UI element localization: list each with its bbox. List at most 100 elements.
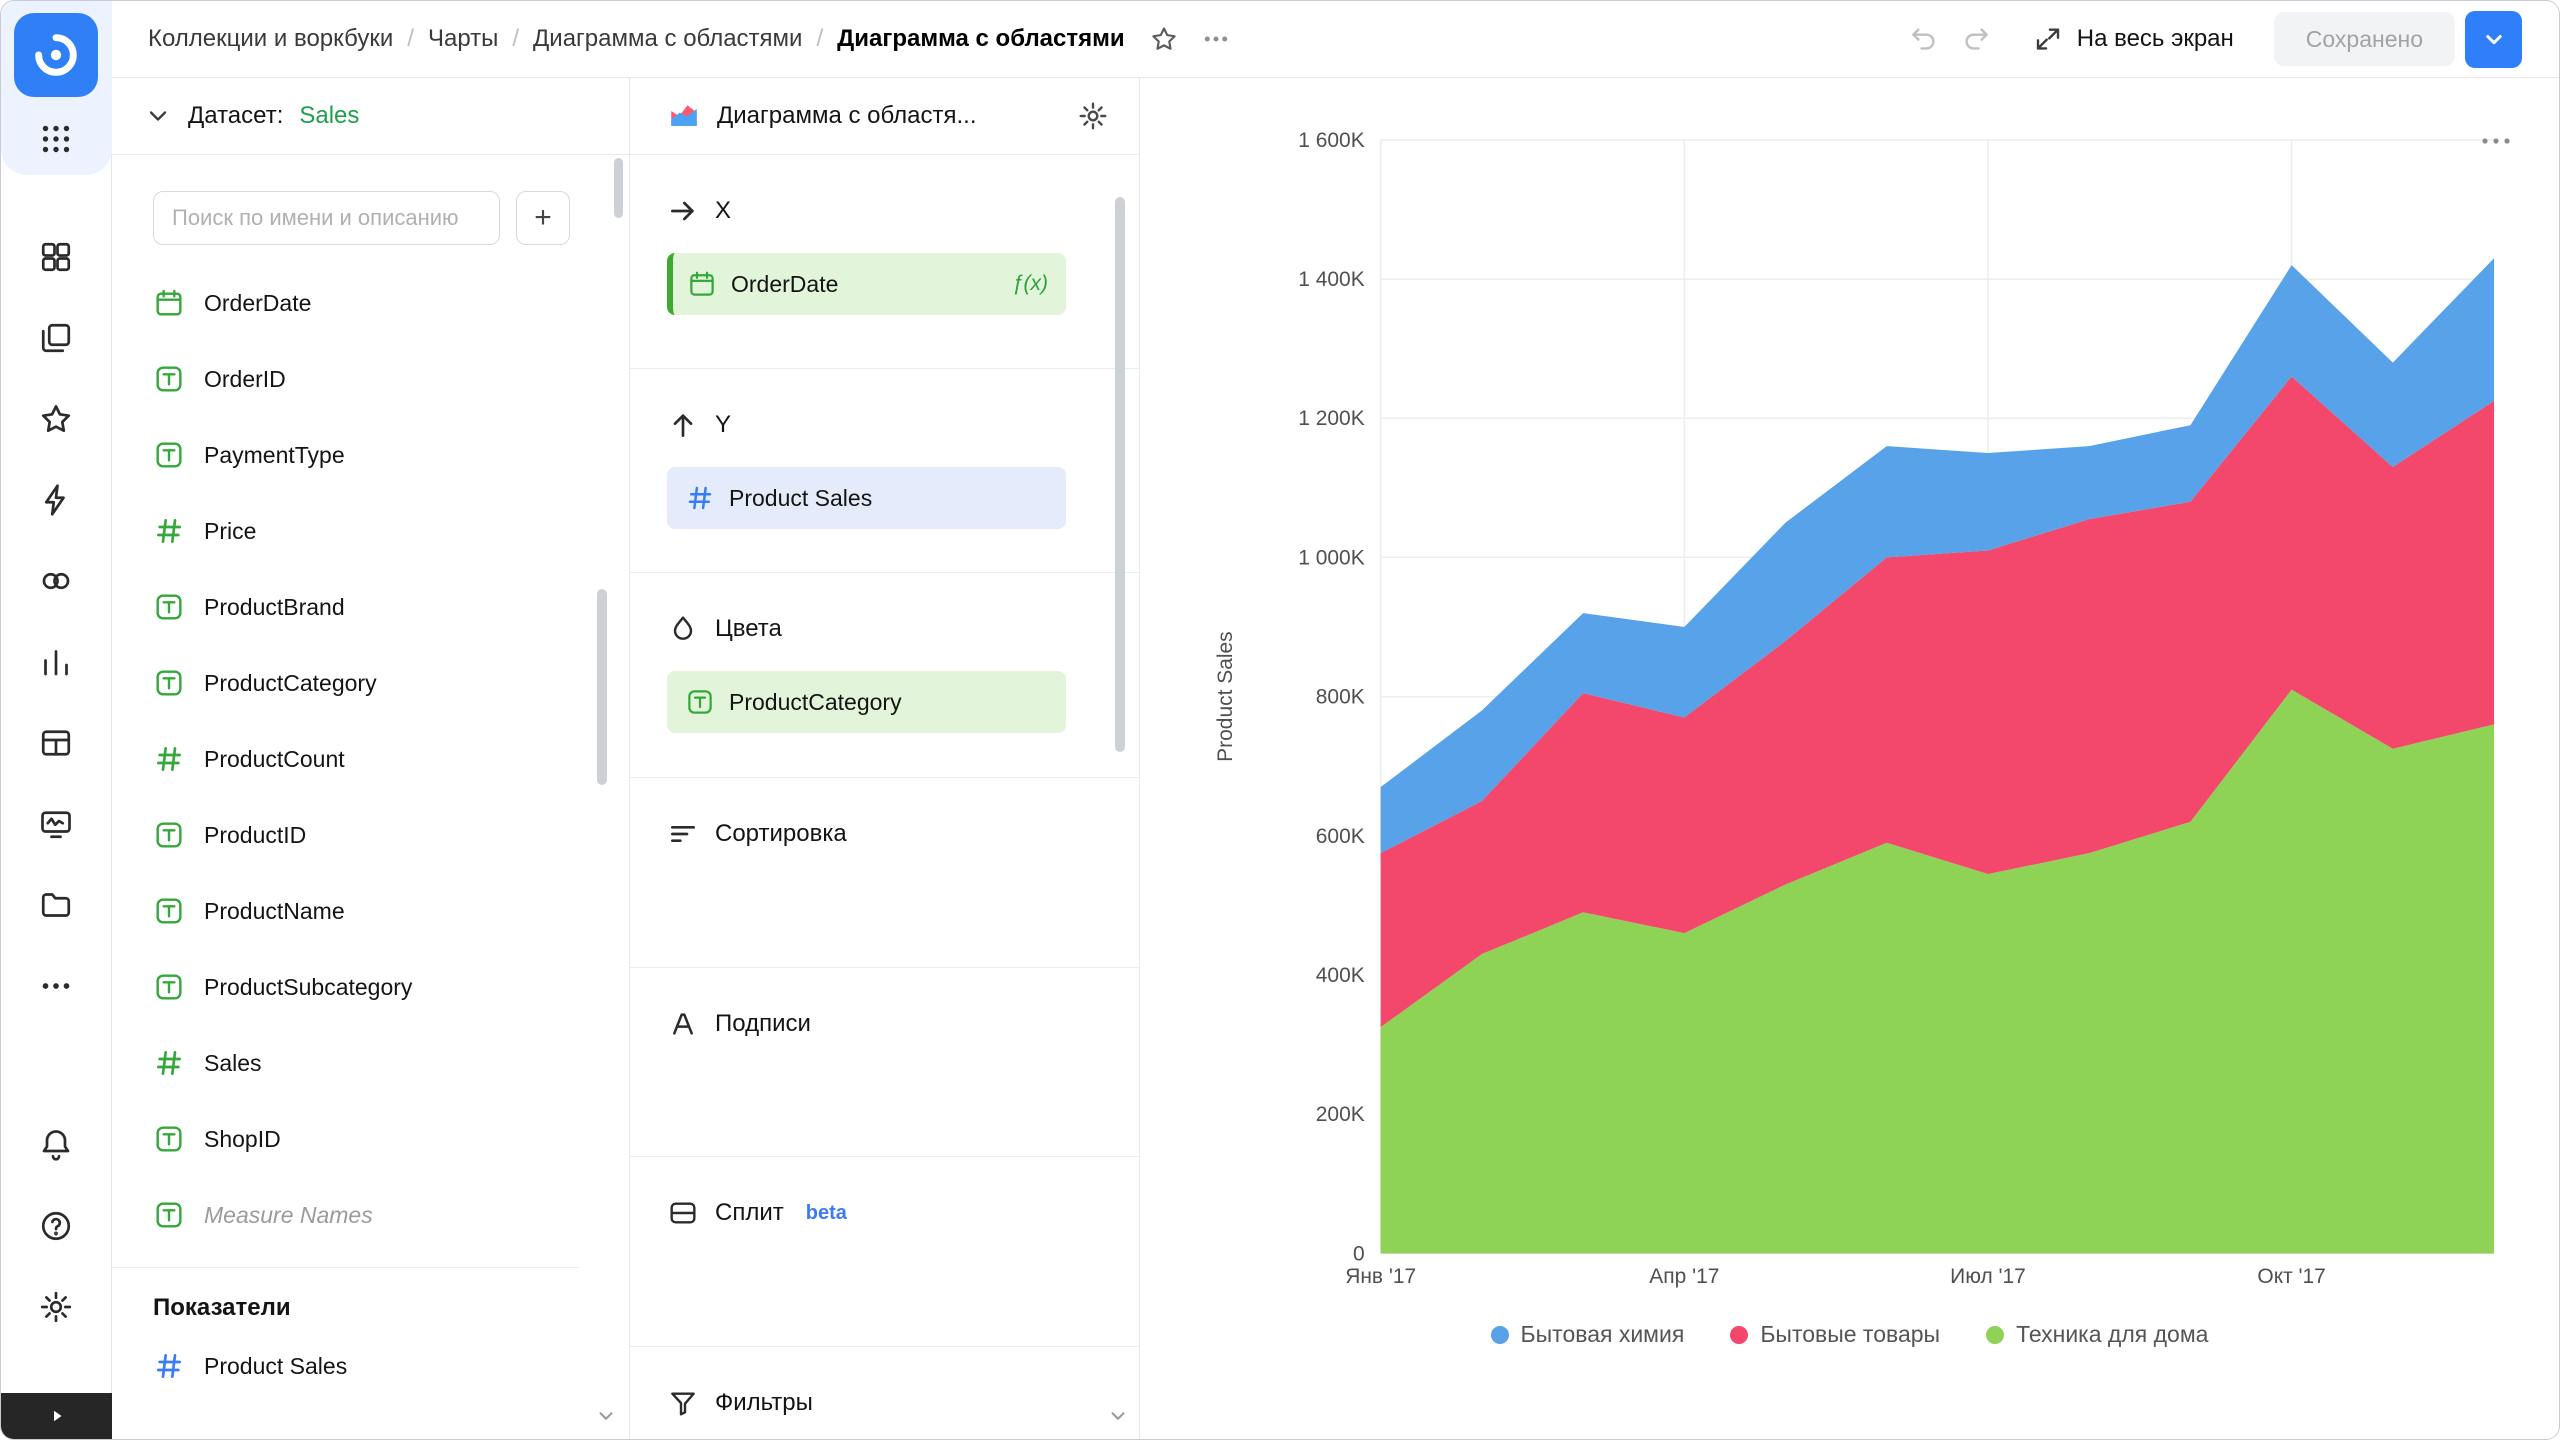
chart-settings-button[interactable]	[1077, 100, 1109, 132]
dashboards-icon[interactable]	[36, 237, 76, 277]
field-item[interactable]: Price	[112, 493, 629, 569]
breadcrumb-item[interactable]: Диаграмма с областями	[533, 25, 802, 53]
legend-color-dot	[1491, 1326, 1509, 1344]
svg-text:600K: 600K	[1316, 825, 1365, 848]
chart-config-panel: Диаграмма с областя... X	[630, 78, 1140, 1439]
chart-type-title[interactable]: Диаграмма с областя...	[717, 102, 1061, 130]
more-actions-button[interactable]	[1201, 24, 1231, 54]
breadcrumb-separator: /	[393, 25, 428, 53]
legend-color-dot	[1986, 1326, 2004, 1344]
svg-text:Июл '17: Июл '17	[1950, 1265, 2026, 1288]
filter-funnel-icon	[667, 1387, 699, 1419]
measure-item[interactable]: Product Sales	[112, 1328, 629, 1404]
svg-text:1 600K: 1 600K	[1298, 129, 1364, 152]
undo-button[interactable]	[1909, 24, 1939, 54]
sort-icon	[667, 818, 699, 850]
collections-icon[interactable]	[36, 318, 76, 358]
string-field-icon	[153, 591, 185, 623]
svg-text:200K: 200K	[1316, 1103, 1365, 1126]
svg-text:400K: 400K	[1316, 964, 1365, 987]
datalens-logo[interactable]	[14, 13, 98, 97]
labels-a-icon	[667, 1008, 699, 1040]
sidebar-expand-button[interactable]	[1, 1393, 112, 1439]
content: Датасет: Sales + OrderDateOrderIDPayment…	[112, 78, 2559, 1439]
field-item[interactable]: ProductCategory	[112, 645, 629, 721]
measure-list: Product Sales	[112, 1328, 629, 1404]
services-icon[interactable]	[36, 561, 76, 601]
panel-scrollbar-thumb[interactable]	[614, 158, 623, 218]
field-item[interactable]: ProductCount	[112, 721, 629, 797]
field-list-scrollbar-thumb[interactable]	[597, 589, 607, 785]
string-field-icon	[153, 971, 185, 1003]
field-item[interactable]: OrderID	[112, 341, 629, 417]
field-item[interactable]: ProductName	[112, 873, 629, 949]
section-sort-label: Сортировка	[715, 820, 847, 848]
field-name: Price	[204, 518, 256, 545]
legend-label: Техника для дома	[2016, 1321, 2208, 1348]
section-colors-label: Цвета	[715, 615, 782, 643]
notifications-bell-icon[interactable]	[36, 1125, 76, 1165]
breadcrumb-item[interactable]: Коллекции и воркбуки	[148, 25, 393, 53]
save-menu-button[interactable]	[2465, 11, 2522, 68]
favorites-icon[interactable]	[36, 399, 76, 439]
section-split: Сплит beta	[630, 1157, 1139, 1347]
field-item[interactable]: PaymentType	[112, 417, 629, 493]
colors-field-pill[interactable]: ProductCategory	[667, 671, 1066, 733]
ellipsis-icon	[2479, 134, 2513, 148]
datasets-icon[interactable]	[36, 723, 76, 763]
monitoring-icon[interactable]	[36, 804, 76, 844]
chart-menu-button[interactable]	[2479, 134, 2513, 151]
field-item[interactable]: ShopID	[112, 1101, 629, 1177]
legend-item[interactable]: Техника для дома	[1986, 1321, 2208, 1348]
help-icon[interactable]	[36, 1206, 76, 1246]
storage-icon[interactable]	[36, 885, 76, 925]
breadcrumb-item[interactable]: Чарты	[428, 25, 498, 53]
apps-grid-icon[interactable]	[36, 119, 76, 159]
field-item[interactable]: ProductBrand	[112, 569, 629, 645]
app-root: Коллекции и воркбуки/Чарты/Диаграмма с о…	[0, 0, 2560, 1440]
saved-button[interactable]: Сохранено	[2274, 12, 2455, 66]
favorite-star-button[interactable]	[1149, 24, 1179, 54]
scroll-down-chevron-icon[interactable]	[595, 1405, 617, 1433]
logo-swirl-icon	[30, 29, 82, 81]
charts-icon[interactable]	[36, 642, 76, 682]
string-field-icon	[153, 363, 185, 395]
sidebar-nav	[36, 237, 76, 1006]
field-item[interactable]: ProductID	[112, 797, 629, 873]
field-item[interactable]: Measure Names	[112, 1177, 629, 1253]
config-scrollbar-thumb[interactable]	[1115, 197, 1125, 752]
more-icon[interactable]	[36, 966, 76, 1006]
field-item[interactable]: Sales	[112, 1025, 629, 1101]
svg-text:Янв '17: Янв '17	[1345, 1265, 1416, 1288]
fullscreen-button[interactable]: На весь экран	[2033, 24, 2234, 54]
main-area: Коллекции и воркбуки/Чарты/Диаграмма с о…	[112, 1, 2559, 1439]
star-icon	[1149, 24, 1179, 54]
y-field-pill[interactable]: Product Sales	[667, 467, 1066, 529]
redo-button[interactable]	[1961, 24, 1991, 54]
dataset-name-link[interactable]: Sales	[299, 102, 359, 130]
string-field-icon	[153, 439, 185, 471]
svg-text:1 000K: 1 000K	[1298, 546, 1364, 569]
dataset-collapse-button[interactable]	[144, 102, 172, 130]
scroll-down-chevron-icon[interactable]	[1107, 1405, 1129, 1433]
field-item[interactable]: OrderDate	[112, 265, 629, 341]
chart-config-header: Диаграмма с областя...	[630, 78, 1139, 155]
field-name: ProductID	[204, 822, 306, 849]
string-field-icon	[153, 1199, 185, 1231]
legend-item[interactable]: Бытовая химия	[1491, 1321, 1685, 1348]
section-sort-label-row: Сортировка	[667, 818, 1139, 850]
x-field-pill[interactable]: OrderDate ƒ(x)	[667, 253, 1066, 315]
legend-item[interactable]: Бытовые товары	[1730, 1321, 1940, 1348]
section-x-label-row: X	[667, 195, 1139, 227]
settings-gear-icon[interactable]	[36, 1287, 76, 1327]
svg-text:800K: 800K	[1316, 686, 1365, 709]
string-field-icon	[153, 667, 185, 699]
field-search-row: +	[153, 191, 570, 245]
chart-panel: 0200K400K600K800K1 000K1 200K1 400K1 600…	[1140, 78, 2559, 1439]
add-field-button[interactable]: +	[516, 191, 570, 245]
connections-icon[interactable]	[36, 480, 76, 520]
field-name: ProductSubcategory	[204, 974, 412, 1001]
field-item[interactable]: ProductSubcategory	[112, 949, 629, 1025]
breadcrumb-item[interactable]: Диаграмма с областями	[837, 25, 1125, 53]
search-input[interactable]	[153, 191, 500, 245]
